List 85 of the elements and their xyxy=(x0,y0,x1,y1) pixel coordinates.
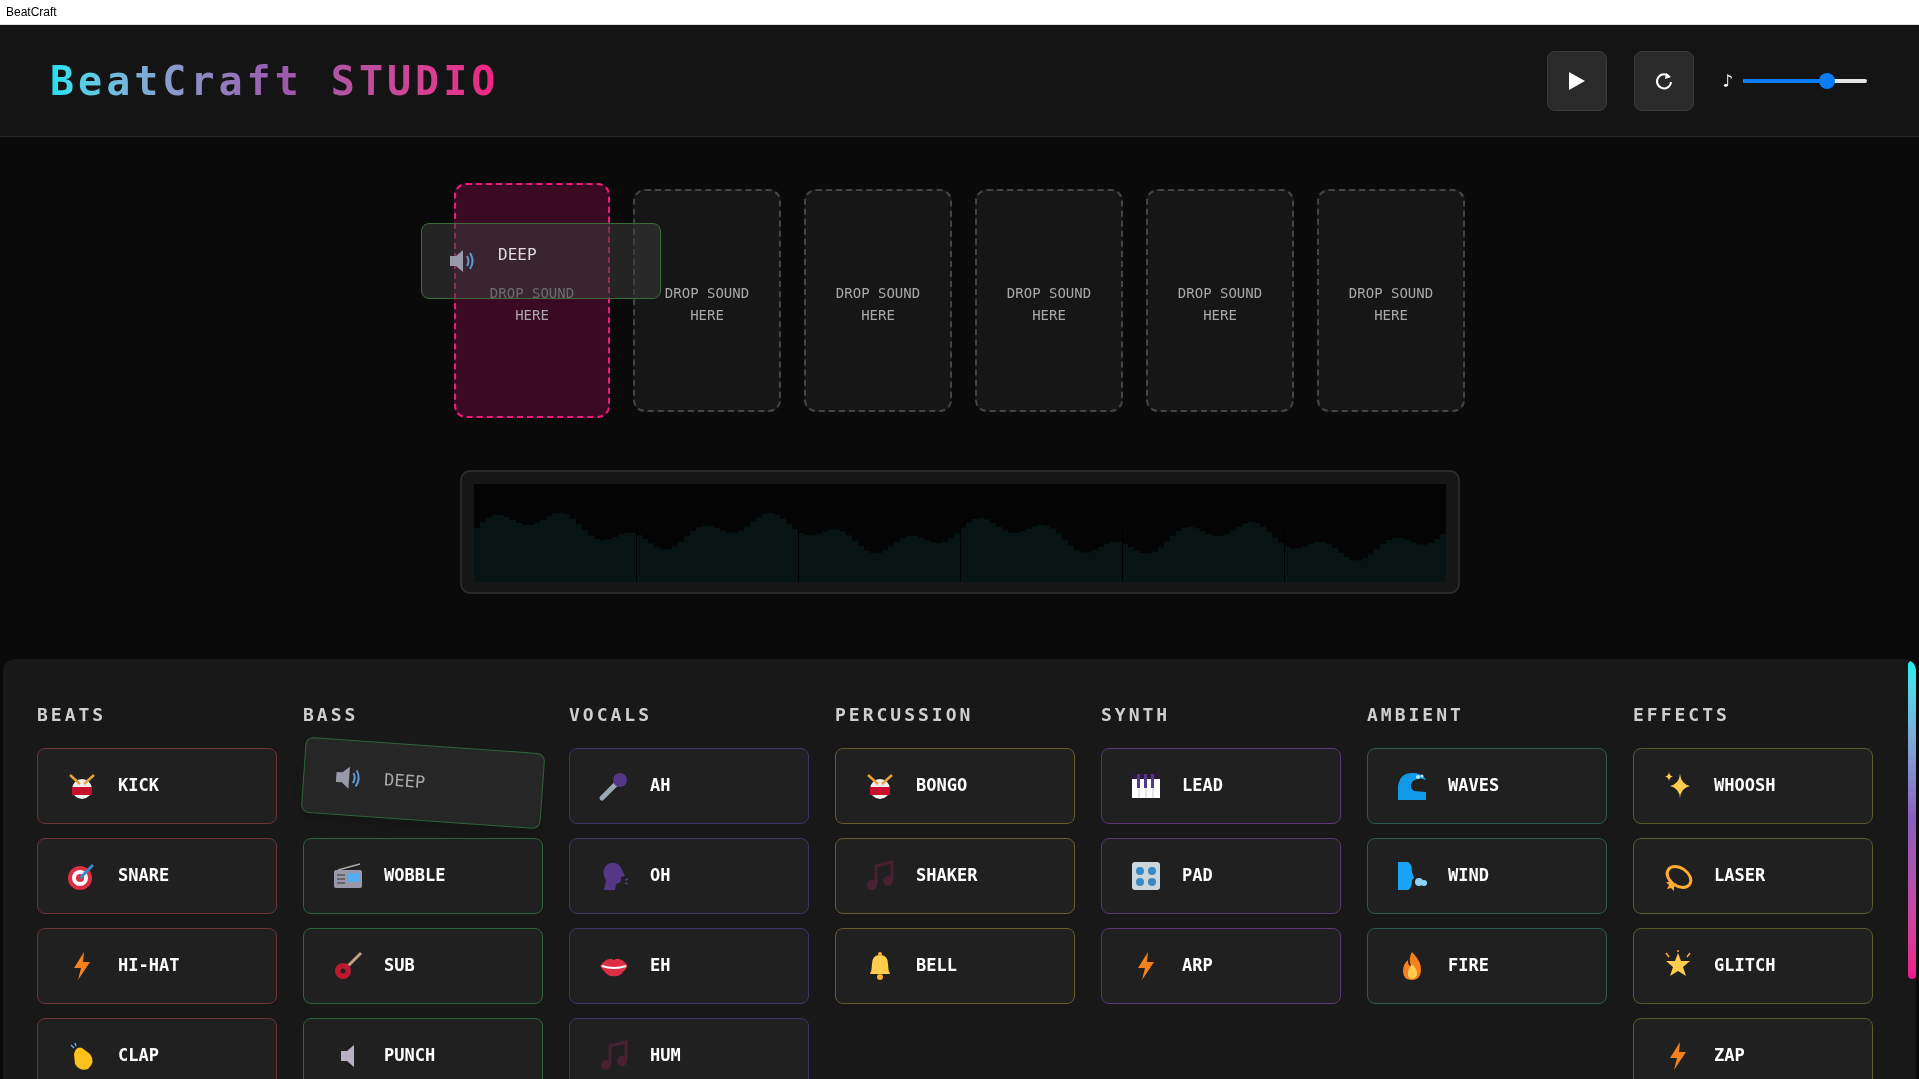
sound-card[interactable]: BONGO xyxy=(835,748,1075,824)
category-heading: AMBIENT xyxy=(1367,703,1465,725)
category-heading: EFFECTS xyxy=(1633,703,1731,725)
sound-card[interactable]: SHAKER xyxy=(835,838,1075,914)
drop-slot[interactable]: DROP SOUND HERE xyxy=(975,189,1123,412)
sound-label: AH xyxy=(650,774,671,798)
sound-label: PAD xyxy=(1182,864,1213,888)
drop-hint: DROP SOUND HERE xyxy=(1005,283,1093,325)
drop-hint: DROP SOUND HERE xyxy=(1176,283,1264,325)
sound-card[interactable]: OH xyxy=(569,838,809,914)
sound-label: ARP xyxy=(1182,954,1213,978)
sound-card[interactable]: GLITCH xyxy=(1633,928,1873,1004)
sound-label: SHAKER xyxy=(916,864,978,888)
scrollbar-thumb[interactable] xyxy=(1908,661,1916,979)
microphone-icon xyxy=(598,770,630,802)
sound-card[interactable]: LEAD xyxy=(1101,748,1341,824)
category-heading: BEATS xyxy=(37,703,108,725)
sound-card[interactable]: CLAP xyxy=(37,1018,277,1079)
sound-card[interactable]: KICK xyxy=(37,748,277,824)
sound-label: CLAP xyxy=(118,1044,159,1068)
wave-icon xyxy=(1396,770,1428,802)
sound-label: WOBBLE xyxy=(384,864,446,888)
sound-label: WAVES xyxy=(1448,774,1500,798)
sound-label: ZAP xyxy=(1714,1044,1745,1068)
sound-label: FIRE xyxy=(1448,954,1489,978)
sound-card[interactable]: AH xyxy=(569,748,809,824)
sound-card[interactable]: WHOOSH xyxy=(1633,748,1873,824)
drop-hint: DROP SOUND HERE xyxy=(1347,283,1435,325)
category-heading: PERCUSSION xyxy=(835,703,975,725)
sound-card[interactable]: PAD xyxy=(1101,838,1341,914)
sound-card[interactable]: DEEP xyxy=(300,736,546,830)
sound-label: PUNCH xyxy=(384,1044,436,1068)
sound-label: BELL xyxy=(916,954,957,978)
drop-hint: DROP SOUND HERE xyxy=(488,283,576,325)
sound-card[interactable]: WOBBLE xyxy=(303,838,543,914)
sound-label: HUM xyxy=(650,1044,681,1068)
drop-slot[interactable]: DROP SOUND HERE xyxy=(804,189,952,412)
sound-label: WIND xyxy=(1448,864,1489,888)
category-heading: BASS xyxy=(303,703,360,725)
knobs-icon xyxy=(1130,860,1162,892)
sound-label: EH xyxy=(650,954,671,978)
guitar-icon xyxy=(332,950,364,982)
volume-glyph: ♪ xyxy=(1722,69,1733,93)
sound-card[interactable]: EH xyxy=(569,928,809,1004)
sound-card[interactable]: SUB xyxy=(303,928,543,1004)
sound-card[interactable]: SNARE xyxy=(37,838,277,914)
sound-label: SUB xyxy=(384,954,415,978)
sound-label: DEEP xyxy=(383,768,426,795)
sound-label: WHOOSH xyxy=(1714,774,1776,798)
category-heading: SYNTH xyxy=(1101,703,1172,725)
sound-label: LASER xyxy=(1714,864,1766,888)
sound-label: SNARE xyxy=(118,864,170,888)
sound-label: KICK xyxy=(118,774,159,798)
sound-label: BONGO xyxy=(916,774,968,798)
sound-card[interactable]: ZAP xyxy=(1633,1018,1873,1079)
sound-card[interactable]: BELL xyxy=(835,928,1075,1004)
drag-preview-label: DEEP xyxy=(498,244,537,266)
sound-card[interactable]: WIND xyxy=(1367,838,1607,914)
drop-slot[interactable]: DROP SOUND HERE xyxy=(1317,189,1465,412)
category-heading: VOCALS xyxy=(569,703,654,725)
play-icon xyxy=(1568,70,1587,91)
sound-card[interactable]: PUNCH xyxy=(303,1018,543,1079)
sound-card[interactable]: ARP xyxy=(1101,928,1341,1004)
music-note-icon xyxy=(864,860,896,892)
drop-slot[interactable]: DROP SOUND HERE xyxy=(633,189,781,412)
window-title: BeatCraft xyxy=(6,4,57,21)
wind-face-icon xyxy=(1396,860,1428,892)
play-button[interactable] xyxy=(1547,50,1608,111)
sound-card[interactable]: FIRE xyxy=(1367,928,1607,1004)
sound-card[interactable]: WAVES xyxy=(1367,748,1607,824)
music-note-icon xyxy=(598,1040,630,1072)
sound-card[interactable]: HI-HAT xyxy=(37,928,277,1004)
sound-label: LEAD xyxy=(1182,774,1223,798)
sound-label: OH xyxy=(650,864,671,888)
speaker-icon xyxy=(340,1042,356,1070)
sound-label: GLITCH xyxy=(1714,954,1776,978)
volume-slider[interactable] xyxy=(1743,72,1867,89)
sound-card[interactable]: HUM xyxy=(569,1018,809,1079)
drop-slot[interactable]: DROP SOUND HERE xyxy=(1146,189,1294,412)
reset-icon xyxy=(1654,70,1675,91)
sound-label: HI-HAT xyxy=(118,954,180,978)
reset-button[interactable] xyxy=(1634,50,1695,111)
drop-hint: DROP SOUND HERE xyxy=(663,283,751,325)
sound-card[interactable]: LASER xyxy=(1633,838,1873,914)
drop-hint: DROP SOUND HERE xyxy=(834,283,922,325)
